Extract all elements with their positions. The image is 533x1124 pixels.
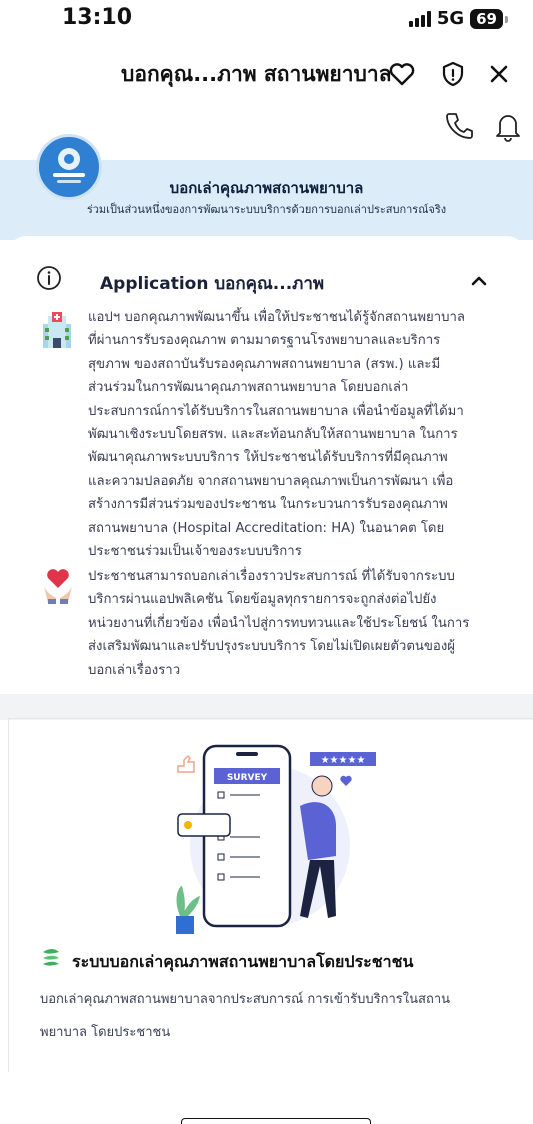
header-title: บอกเล่าคุณภาพสถานพยาบาล — [169, 179, 364, 197]
bell-icon[interactable] — [492, 110, 524, 142]
feature-description: บอกเล่าคุณภาพสถานพยาบาลจากประสบการณ์ การ… — [40, 992, 451, 1040]
status-indicators: 5G 69 — [408, 8, 508, 29]
page-title: บอกคุณ...ภาพ สถานพยาบาล — [121, 62, 392, 86]
care-heart-icon — [42, 568, 74, 608]
signal-icon — [408, 10, 431, 27]
chevron-up-icon[interactable] — [468, 270, 490, 296]
title-bar: บอกคุณ...ภาพ สถานพยาบาล — [0, 52, 533, 96]
status-bar: 13:10 5G 69 — [0, 0, 533, 40]
section-divider — [0, 694, 533, 720]
feature-icon — [40, 947, 62, 973]
feature-title: ระบบบอกเล่าคุณภาพสถานพยาบาลโดยประชาชน — [72, 952, 414, 971]
header-subtitle: ร่วมเป็นส่วนหนึ่งของการพัฒนาระบบบริการด้… — [86, 203, 447, 216]
section-title: Application บอกคุณ...ภาพ — [100, 274, 325, 294]
status-time: 13:10 — [62, 5, 133, 30]
home-indicator[interactable] — [181, 1118, 371, 1124]
battery-icon: 69 — [470, 8, 508, 29]
survey-label: SURVEY — [227, 773, 268, 783]
rating-stars: ★★★★★ — [321, 755, 366, 766]
hospital-icon — [40, 310, 74, 354]
shield-icon[interactable] — [439, 60, 467, 88]
info-paragraph-2: ประชาชนสามารถบอกเล่าเรื่องราวประสบการณ์ … — [88, 569, 470, 678]
info-icon — [36, 265, 62, 295]
heart-icon[interactable] — [388, 60, 416, 88]
network-type: 5G — [436, 8, 465, 29]
phone-icon[interactable] — [443, 110, 475, 142]
close-icon[interactable] — [485, 60, 513, 88]
info-paragraph-1: แอปฯ บอกคุณภาพพัฒนาขึ้น เพื่อให้ประชาชนไ… — [88, 310, 465, 560]
survey-illustration: SURVEY ★★★★★ — [160, 736, 380, 940]
